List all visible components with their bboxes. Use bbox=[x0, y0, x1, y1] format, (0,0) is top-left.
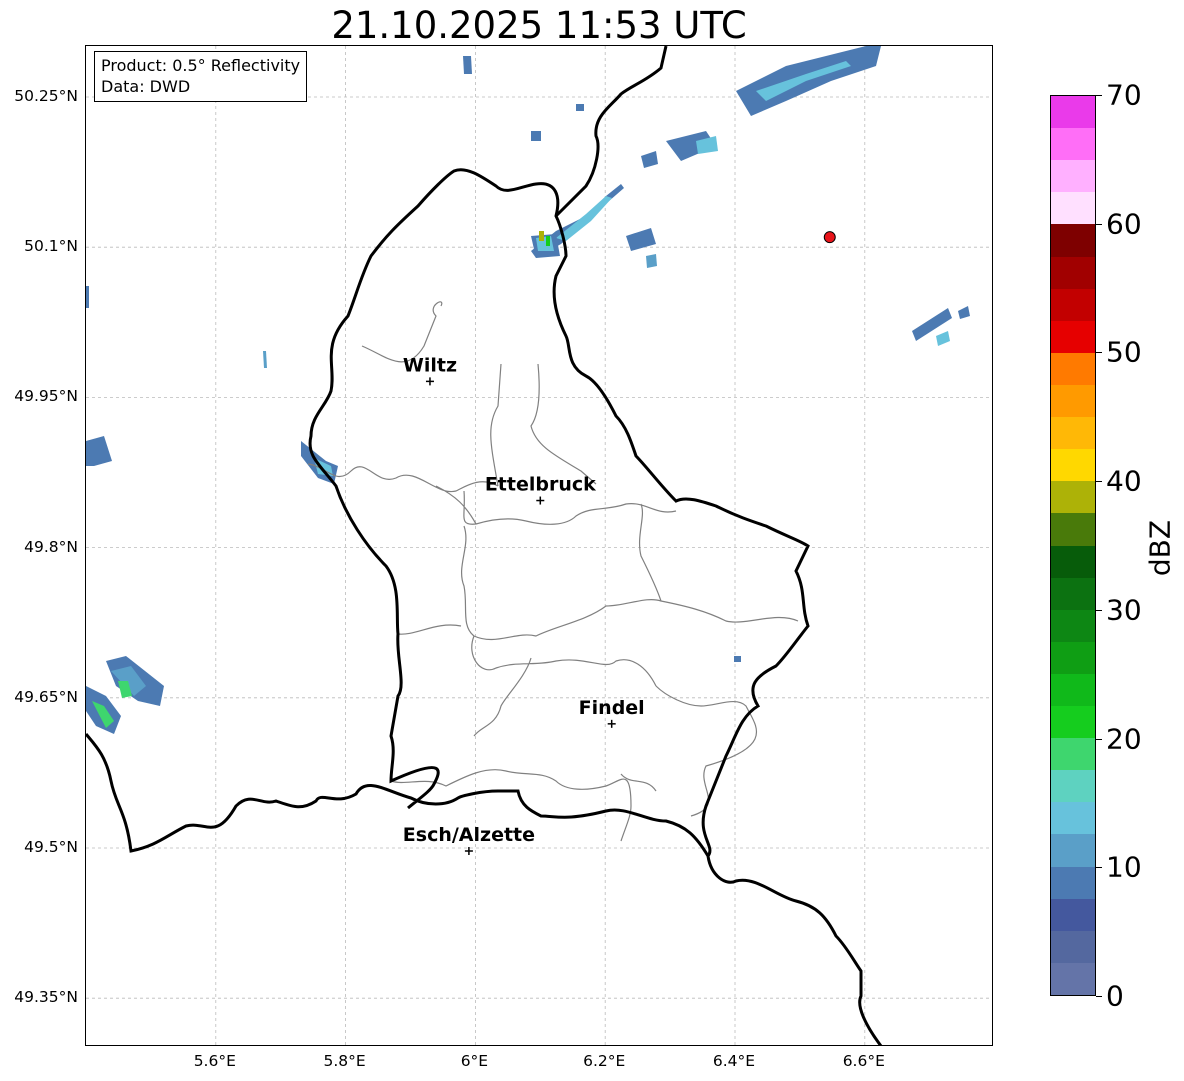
lon-tick-label: 5.8°E bbox=[323, 1052, 366, 1070]
colorbar-segment bbox=[1051, 673, 1095, 707]
graticule bbox=[86, 46, 992, 1045]
colorbar-tick-label: 60 bbox=[1106, 207, 1142, 241]
lon-tick-label: 6.4°E bbox=[712, 1052, 756, 1070]
city-label: Findel bbox=[579, 697, 645, 719]
reflectivity-echoes bbox=[86, 46, 970, 734]
colorbar-tick-label: 50 bbox=[1106, 335, 1142, 369]
echo-cell bbox=[734, 656, 741, 662]
echo-cell bbox=[736, 46, 881, 116]
echo-cell bbox=[576, 104, 584, 111]
echo-cell bbox=[86, 286, 89, 308]
colorbar-segment bbox=[1051, 866, 1095, 899]
colorbar-tick bbox=[1096, 95, 1102, 96]
lat-tick-label: 49.8°N bbox=[24, 537, 78, 556]
city-label: Esch/Alzette bbox=[403, 824, 535, 846]
city-esch-alzette: Esch/Alzette bbox=[403, 824, 535, 856]
map-title: 21.10.2025 11:53 UTC bbox=[331, 4, 747, 47]
cities: Wiltz Ettelbruck Findel Esch/Alzette bbox=[403, 354, 645, 856]
colorbar-tick-label: 40 bbox=[1106, 464, 1142, 498]
colorbar-segment bbox=[1051, 480, 1095, 514]
echo-cell bbox=[463, 56, 472, 74]
colorbar-tick bbox=[1096, 738, 1102, 740]
radar-site bbox=[823, 231, 836, 244]
colorbar-segment bbox=[1051, 288, 1095, 321]
lat-tick-label: 49.35°N bbox=[14, 988, 78, 1007]
colorbar-tick-label: 30 bbox=[1106, 593, 1142, 627]
colorbar-segment bbox=[1051, 448, 1095, 482]
colorbar-segment bbox=[1051, 512, 1095, 546]
colorbar-segment bbox=[1051, 705, 1095, 739]
colorbar-segment bbox=[1051, 384, 1095, 418]
radar-site-marker bbox=[823, 231, 836, 244]
colorbar-segment bbox=[1051, 898, 1095, 931]
colorbar-segment bbox=[1051, 577, 1095, 610]
radar-map[interactable]: Wiltz Ettelbruck Findel Esch/Alzette bbox=[86, 46, 993, 1046]
colorbar-tick bbox=[1096, 481, 1102, 483]
echo-cell bbox=[531, 131, 541, 141]
colorbar-segment bbox=[1051, 223, 1095, 257]
colorbar-segment bbox=[1051, 641, 1095, 674]
colorbar-tick bbox=[1096, 996, 1102, 997]
colorbar-segment bbox=[1051, 256, 1095, 289]
colorbar-segment bbox=[1051, 95, 1095, 129]
product-label: Product: 0.5° Reflectivity bbox=[101, 56, 301, 75]
colorbar-tick-label: 10 bbox=[1106, 850, 1142, 884]
colorbar-segment bbox=[1051, 833, 1095, 867]
echo-cell bbox=[536, 236, 554, 251]
lon-tick-label: 6.2°E bbox=[583, 1052, 626, 1070]
colorbar-segment bbox=[1051, 930, 1095, 963]
lat-tick-label: 50.1°N bbox=[24, 237, 78, 256]
colorbar-tick bbox=[1096, 867, 1102, 869]
echo-cell bbox=[936, 331, 950, 346]
lon-tick-label: 6°E bbox=[460, 1052, 489, 1070]
colorbar-label: dBZ bbox=[1143, 519, 1177, 577]
city-wiltz: Wiltz bbox=[403, 354, 457, 386]
colorbar-tick-label: 20 bbox=[1106, 722, 1142, 756]
source-label: Data: DWD bbox=[101, 77, 191, 96]
echo-cell bbox=[539, 231, 544, 241]
colorbar-segment bbox=[1051, 159, 1095, 193]
echo-cell bbox=[958, 306, 970, 319]
map-panel[interactable]: Wiltz Ettelbruck Findel Esch/Alzette bbox=[85, 45, 993, 1046]
city-findel: Findel bbox=[579, 697, 645, 728]
lat-tick-label: 49.95°N bbox=[14, 387, 78, 406]
city-label: Ettelbruck bbox=[485, 474, 596, 496]
lat-tick-label: 49.65°N bbox=[14, 687, 78, 706]
colorbar-segment bbox=[1051, 609, 1095, 642]
lon-tick-label: 6.6°E bbox=[842, 1052, 885, 1070]
national-border bbox=[86, 46, 883, 1045]
city-ettelbruck: Ettelbruck bbox=[485, 474, 596, 505]
echo-cell bbox=[641, 151, 658, 168]
lat-tick-label: 49.5°N bbox=[24, 838, 78, 856]
colorbar-tick bbox=[1096, 352, 1102, 354]
lat-tick-label: 50.25°N bbox=[14, 87, 78, 105]
echo-cell bbox=[646, 254, 657, 268]
colorbar-segment bbox=[1051, 737, 1095, 771]
colorbar-tick-label: 70 bbox=[1106, 78, 1142, 112]
colorbar bbox=[1050, 95, 1096, 996]
echo-cell bbox=[263, 351, 267, 368]
colorbar-segment bbox=[1051, 352, 1095, 385]
colorbar-segment bbox=[1051, 769, 1095, 803]
echo-cell bbox=[556, 196, 612, 241]
echo-cell bbox=[86, 436, 112, 466]
info-box: Product: 0.5° Reflectivity Data: DWD bbox=[94, 51, 308, 102]
colorbar-segment bbox=[1051, 962, 1095, 995]
colorbar-tick-label: 0 bbox=[1106, 979, 1124, 1013]
colorbar-segment bbox=[1051, 320, 1095, 353]
colorbar-tick bbox=[1096, 609, 1102, 611]
colorbar-segment bbox=[1051, 416, 1095, 450]
colorbar-tick bbox=[1096, 223, 1102, 225]
borders bbox=[86, 46, 883, 1045]
city-label: Wiltz bbox=[403, 354, 457, 376]
colorbar-segment bbox=[1051, 801, 1095, 835]
colorbar-segment bbox=[1051, 127, 1095, 161]
echo-cell bbox=[546, 236, 550, 246]
lon-tick-label: 5.6°E bbox=[193, 1052, 236, 1070]
colorbar-segment bbox=[1051, 545, 1095, 578]
colorbar-segment bbox=[1051, 191, 1095, 225]
